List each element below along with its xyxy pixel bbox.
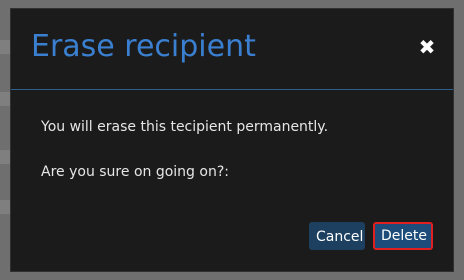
background-edge-mark: [0, 40, 10, 54]
close-icon[interactable]: ✖: [417, 37, 437, 57]
delete-button[interactable]: Delete: [373, 222, 433, 250]
dialog-question: Are you sure on going on?:: [41, 164, 229, 180]
cancel-button[interactable]: Cancel: [309, 222, 365, 250]
dialog-message: You will erase this tecipient permanentl…: [41, 119, 329, 135]
background-edge-mark: [0, 150, 10, 164]
erase-recipient-dialog: Erase recipient ✖ You will erase this te…: [10, 8, 454, 272]
background-edge-mark: [0, 92, 10, 106]
background-edge-mark: [0, 200, 10, 214]
dialog-title: Erase recipient: [31, 29, 256, 64]
dialog-header: Erase recipient ✖: [11, 9, 453, 90]
